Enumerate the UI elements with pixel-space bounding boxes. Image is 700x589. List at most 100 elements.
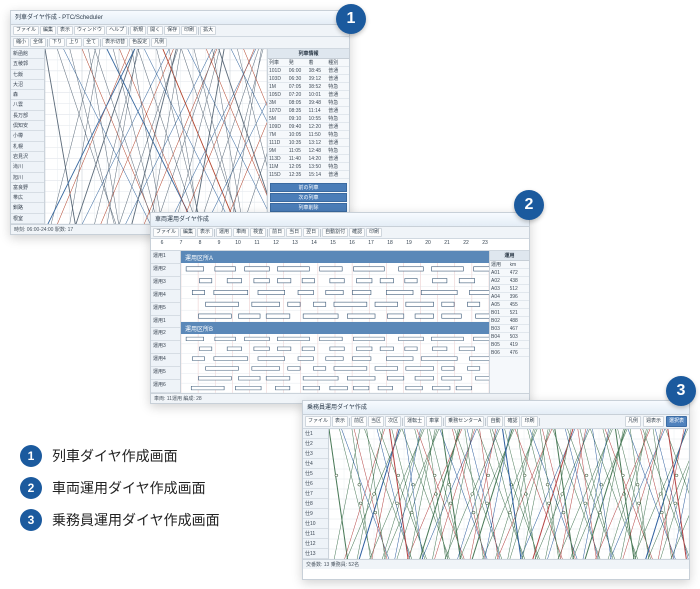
toolbar-button[interactable]: 表示: [197, 228, 213, 237]
station-label: 倶知安: [11, 121, 44, 131]
toolbar-button[interactable]: 運転士: [404, 416, 425, 427]
win2-titlebar[interactable]: 車両運用ダイヤ作成: [151, 213, 529, 227]
toolbar-button[interactable]: 検査: [250, 228, 266, 237]
station-label: 五稜郭: [11, 59, 44, 69]
toolbar-button[interactable]: 車掌: [426, 416, 442, 427]
toolbar-button[interactable]: 当区: [368, 416, 384, 427]
table-row[interactable]: A04396: [490, 293, 529, 301]
win1-info-panel: 列車情報 列車発着種別101D06:0008:45普通103D06:3009:1…: [267, 49, 349, 224]
toolbar-button[interactable]: 印刷: [181, 26, 197, 35]
time-tick: 14: [305, 240, 323, 249]
table-row[interactable]: 101D06:0008:45普通: [268, 67, 349, 75]
toolbar-button[interactable]: 次区: [385, 416, 401, 427]
toolbar-button[interactable]: 運用: [216, 228, 232, 237]
toolbar-button[interactable]: 全て: [83, 38, 99, 47]
toolbar-button[interactable]: 上り: [66, 38, 82, 47]
toolbar-button[interactable]: ウィンドウ: [74, 26, 105, 35]
toolbar-button[interactable]: 前区: [351, 416, 367, 427]
table-row[interactable]: 115D12:3515:14普通: [268, 171, 349, 179]
legend-badge-1: 1: [20, 445, 42, 467]
win3-crew-chart[interactable]: [329, 429, 689, 559]
toolbar-button[interactable]: 開く: [147, 26, 163, 35]
legend-label-3: 乗務員運用ダイヤ作成画面: [52, 510, 220, 530]
unit-label: 運用1: [151, 316, 180, 329]
table-row[interactable]: B03467: [490, 325, 529, 333]
win1-info-header: 列車情報: [268, 49, 349, 59]
legend-badge-2: 2: [20, 477, 42, 499]
toolbar-button[interactable]: ファイル: [305, 416, 331, 427]
toolbar-button[interactable]: 拡大: [200, 26, 216, 35]
time-tick: 22: [457, 240, 475, 249]
win1-status-left: 時刻: 06:00-24:00 駅数: 17: [14, 225, 73, 234]
table-row[interactable]: A02438: [490, 277, 529, 285]
toolbar-button[interactable]: 自動割付: [322, 228, 348, 237]
table-row[interactable]: 103D06:3009:12普通: [268, 75, 349, 83]
crew-row-label: 仕10: [303, 519, 328, 529]
toolbar-button[interactable]: 車両: [233, 228, 249, 237]
toolbar-button[interactable]: 自動: [487, 416, 503, 427]
toolbar-button[interactable]: 翌日: [303, 228, 319, 237]
toolbar-button[interactable]: 凡例: [625, 416, 641, 427]
toolbar-button[interactable]: ヘルプ: [106, 26, 127, 35]
toolbar-button[interactable]: 縮小: [13, 38, 29, 47]
panel-button[interactable]: 列車削除: [270, 203, 347, 212]
toolbar-button[interactable]: 凡例: [151, 38, 167, 47]
table-row[interactable]: B05419: [490, 341, 529, 349]
time-tick: 16: [343, 240, 361, 249]
table-row[interactable]: 5M09:1010:55特急: [268, 115, 349, 123]
toolbar-button[interactable]: 色設定: [129, 38, 150, 47]
table-row[interactable]: 1M07:0508:52特急: [268, 83, 349, 91]
toolbar-button[interactable]: 新規: [130, 26, 146, 35]
toolbar-button[interactable]: 当日: [286, 228, 302, 237]
toolbar-separator: [485, 418, 486, 426]
panel-button[interactable]: 次の列車: [270, 193, 347, 202]
time-tick: 17: [362, 240, 380, 249]
table-row[interactable]: A05455: [490, 301, 529, 309]
toolbar-button[interactable]: 印刷: [366, 228, 382, 237]
toolbar-button[interactable]: 下り: [49, 38, 65, 47]
toolbar-button[interactable]: 表示切替: [102, 38, 128, 47]
legend-item-1: 1 列車ダイヤ作成画面: [20, 445, 280, 467]
win1-titlebar[interactable]: 列車ダイヤ作成 - PTC/Scheduler: [11, 11, 349, 25]
win1-diagram-chart[interactable]: [45, 49, 267, 224]
table-row[interactable]: 3M08:0509:48特急: [268, 99, 349, 107]
table-row[interactable]: 111D10:3513:12普通: [268, 139, 349, 147]
toolbar-separator: [402, 418, 403, 426]
toolbar-button[interactable]: 前日: [269, 228, 285, 237]
toolbar-button[interactable]: 編集: [180, 228, 196, 237]
toolbar-button[interactable]: 選択表: [666, 416, 687, 427]
time-tick: 11: [248, 240, 266, 249]
table-row[interactable]: 7M10:0511:50特急: [268, 131, 349, 139]
table-row[interactable]: A03512: [490, 285, 529, 293]
toolbar-button[interactable]: 確認: [349, 228, 365, 237]
toolbar-button[interactable]: ファイル: [153, 228, 179, 237]
win2-lanes-a[interactable]: [181, 263, 489, 322]
toolbar-button[interactable]: 確認: [504, 416, 520, 427]
toolbar-button[interactable]: 印刷: [521, 416, 537, 427]
toolbar-button[interactable]: 表示: [57, 26, 73, 35]
panel-button[interactable]: 前の列車: [270, 183, 347, 192]
toolbar-button[interactable]: 全体: [30, 38, 46, 47]
toolbar-separator: [539, 418, 540, 426]
crew-row-label: 仕13: [303, 549, 328, 559]
table-row[interactable]: B04503: [490, 333, 529, 341]
table-row[interactable]: B02488: [490, 317, 529, 325]
win3-titlebar[interactable]: 乗務員運用ダイヤ作成: [303, 401, 689, 415]
table-row[interactable]: 107D08:3511:14普通: [268, 107, 349, 115]
toolbar-button[interactable]: 保存: [164, 26, 180, 35]
table-row[interactable]: A01472: [490, 269, 529, 277]
toolbar-button[interactable]: 週表示: [643, 416, 664, 427]
toolbar-button[interactable]: 乗務センターA: [445, 416, 484, 427]
table-row[interactable]: 11M12:0513:50特急: [268, 163, 349, 171]
table-row[interactable]: 109D09:4012:20普通: [268, 123, 349, 131]
toolbar-button[interactable]: ファイル: [13, 26, 39, 35]
table-row[interactable]: B01521: [490, 309, 529, 317]
table-row[interactable]: 113D11:4014:20普通: [268, 155, 349, 163]
table-row[interactable]: 9M11:0512:48特急: [268, 147, 349, 155]
win2-lanes-b[interactable]: [181, 334, 489, 393]
toolbar-button[interactable]: 表示: [332, 416, 348, 427]
table-row[interactable]: 105D07:2010:01普通: [268, 91, 349, 99]
toolbar-button[interactable]: 編集: [40, 26, 56, 35]
window-train-diagram: 列車ダイヤ作成 - PTC/Scheduler ファイル編集表示ウィンドウヘルプ…: [10, 10, 350, 235]
table-row[interactable]: B06476: [490, 349, 529, 357]
